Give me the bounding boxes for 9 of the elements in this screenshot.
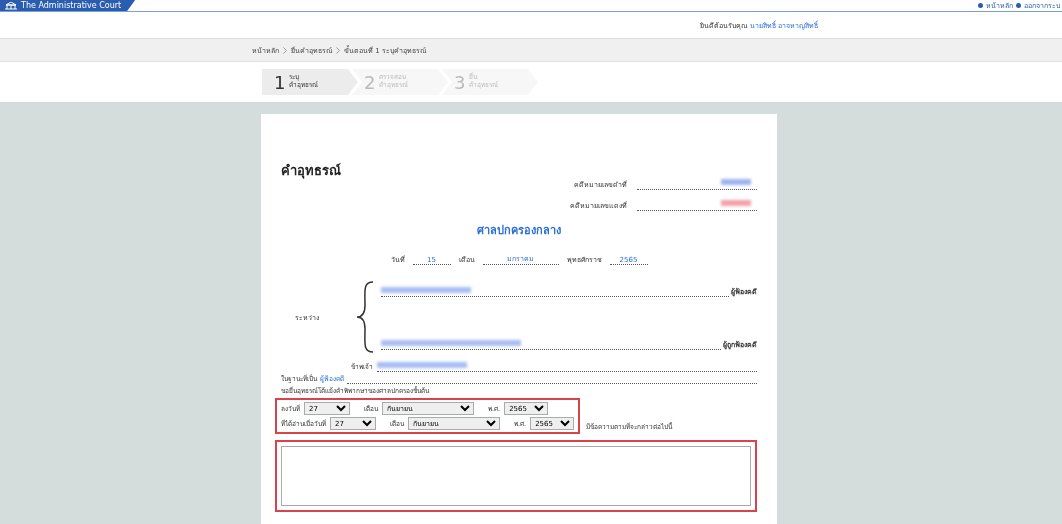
brand-text: The Administrative Court — [21, 1, 122, 10]
form-title: คำอุทธรณ์ — [281, 162, 342, 181]
chevron-icon — [336, 46, 340, 54]
court-name: ศาลปกครองกลาง — [476, 223, 562, 239]
appeal-textarea[interactable] — [281, 446, 751, 506]
bullet-icon — [1016, 3, 1021, 8]
chevron-icon — [283, 46, 287, 54]
brace-icon — [355, 281, 375, 353]
bullet-icon — [978, 3, 983, 8]
